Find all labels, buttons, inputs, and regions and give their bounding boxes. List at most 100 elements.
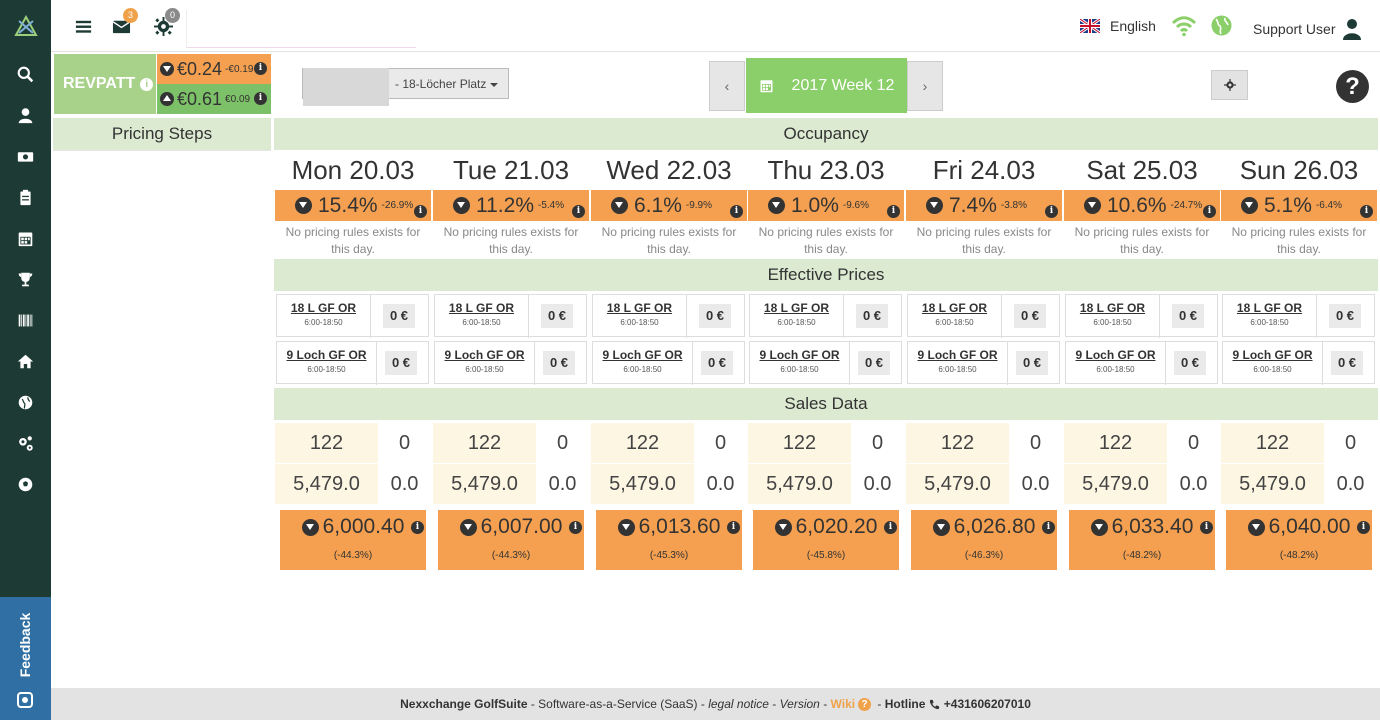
down-arrow-icon [453,197,470,214]
soccer-icon[interactable] [0,464,51,504]
price-item[interactable]: 9 Loch GF OR 6:00-18:50 [435,342,535,385]
help-icon[interactable]: ? [1336,70,1369,103]
golf-logo-icon[interactable] [14,15,38,37]
language-selector[interactable]: English [1080,18,1156,34]
price-item[interactable]: 9 Loch GF OR 6:00-18:50 [277,342,377,385]
price-item[interactable]: 18 L GF OR 6:00-18:50 [277,295,371,338]
prev-week-button[interactable]: ‹ [709,61,745,111]
version-link[interactable]: Version [780,697,820,711]
price-item[interactable]: 18 L GF OR 6:00-18:50 [1066,295,1160,338]
view-settings-button[interactable] [1211,70,1248,100]
calendar-icon [760,80,773,93]
calendar-icon[interactable] [0,218,51,258]
user-menu[interactable]: Support User [1253,18,1362,40]
price-item-name[interactable]: 18 L GF OR [435,301,528,315]
info-icon[interactable]: i [730,205,743,218]
info-icon[interactable]: i [1357,521,1370,534]
user-name[interactable]: Support User [1253,21,1335,37]
price-item-name[interactable]: 9 Loch GF OR [1223,348,1322,362]
feedback-label[interactable]: Feedback [17,613,33,678]
info-icon[interactable]: i [569,521,582,534]
price-item-time: 6:00-18:50 [1253,365,1292,374]
info-icon[interactable]: i [1045,205,1058,218]
globe-icon[interactable] [0,382,51,422]
globe-status-icon [1211,15,1232,36]
cogs-icon[interactable] [0,423,51,463]
sales-count-secondary: 0 [1344,432,1357,454]
info-icon[interactable]: i [884,521,897,534]
clipboard-icon[interactable] [0,177,51,217]
trophy-icon[interactable] [0,259,51,299]
chevron-down-icon [490,83,498,87]
info-icon[interactable]: i [254,92,267,105]
day-header: Mon 20.03 [291,155,415,185]
sales-count-secondary: 0 [714,432,727,454]
price-item[interactable]: 9 Loch GF OR 6:00-18:50 [593,342,693,385]
home-icon[interactable] [0,341,51,381]
price-item[interactable]: 18 L GF OR 6:00-18:50 [593,295,687,338]
settings-gear-icon[interactable]: 0 [151,8,180,38]
price-item-name[interactable]: 9 Loch GF OR [1066,348,1165,362]
price-item-name[interactable]: 18 L GF OR [1223,301,1316,315]
price-item[interactable]: 18 L GF OR 6:00-18:50 [435,295,529,338]
sales-amount-secondary: 0.0 [1021,473,1050,495]
feedback-icon[interactable] [17,690,33,708]
revpatt-info-icon[interactable]: i [140,77,154,91]
price-item-name[interactable]: 18 L GF OR [277,301,370,315]
price-item-name[interactable]: 9 Loch GF OR [908,348,1007,362]
price-item-time: 6:00-18:50 [307,365,346,374]
week-picker-button[interactable]: 2017 Week 12 [746,58,907,113]
info-icon[interactable]: i [1203,205,1216,218]
info-icon[interactable]: i [254,62,267,75]
wiki-link[interactable]: Wiki [831,697,856,711]
next-week-button[interactable]: › [907,61,943,111]
info-icon[interactable]: i [1042,521,1055,534]
user-avatar-icon[interactable] [1343,18,1362,40]
revenue-percent: (-48.2%) [1279,550,1319,561]
sales-count: 122 [433,423,536,463]
revenue-cell: 6,007.00 i (-44.3%) [438,510,584,570]
hamburger-menu-icon[interactable] [71,14,95,38]
price-item-name[interactable]: 18 L GF OR [750,301,843,315]
feedback-tab[interactable]: Feedback [0,597,51,720]
price-item[interactable]: 9 Loch GF OR 6:00-18:50 [908,342,1008,385]
legal-notice-link[interactable]: legal notice [708,697,769,711]
price-item[interactable]: 9 Loch GF OR 6:00-18:50 [1066,342,1166,385]
price-value: 0 € [541,304,573,328]
wiki-help-icon[interactable]: ? [858,697,872,711]
price-item-time: 6:00-18:50 [935,318,974,327]
price-item-name[interactable]: 18 L GF OR [908,301,1001,315]
occupancy-cell: 10.6% -24.7% i [1064,190,1220,221]
mail-icon[interactable]: 3 [109,8,138,38]
occupancy-delta: -3.8% [1000,200,1027,211]
hotline-number[interactable]: +431606207010 [940,697,1031,711]
info-icon[interactable]: i [411,521,424,534]
info-icon[interactable]: i [727,521,740,534]
info-icon[interactable]: i [887,205,900,218]
price-item-name[interactable]: 9 Loch GF OR [277,348,376,362]
price-item[interactable]: 18 L GF OR 6:00-18:50 [750,295,844,338]
barcode-icon[interactable] [0,300,51,340]
language-label[interactable]: English [1110,18,1156,34]
info-icon[interactable]: i [1360,205,1373,218]
info-icon[interactable]: i [414,205,427,218]
price-item[interactable]: 9 Loch GF OR 6:00-18:50 [750,342,850,385]
price-item[interactable]: 18 L GF OR 6:00-18:50 [908,295,1002,338]
money-icon[interactable] [0,136,51,176]
sales-count-secondary: 0 [398,432,411,454]
user-icon[interactable] [0,95,51,135]
search-icon[interactable] [0,54,51,94]
info-icon[interactable]: i [572,205,585,218]
info-icon[interactable]: i [1200,521,1213,534]
price-item[interactable]: 9 Loch GF OR 6:00-18:50 [1223,342,1323,385]
price-item-name[interactable]: 18 L GF OR [1066,301,1159,315]
course-select-dropdown[interactable]: - 18-Löcher Platz [302,68,509,106]
price-item-name[interactable]: 9 Loch GF OR [435,348,534,362]
price-item-name[interactable]: 18 L GF OR [593,301,686,315]
price-item[interactable]: 18 L GF OR 6:00-18:50 [1223,295,1317,338]
price-item-name[interactable]: 9 Loch GF OR [593,348,692,362]
down-arrow-icon [774,518,792,536]
revenue-percent: (-46.3%) [964,550,1004,561]
effective-price-row: 18 L GF OR 6:00-18:50 0 € [276,294,429,338]
price-item-name[interactable]: 9 Loch GF OR [750,348,849,362]
